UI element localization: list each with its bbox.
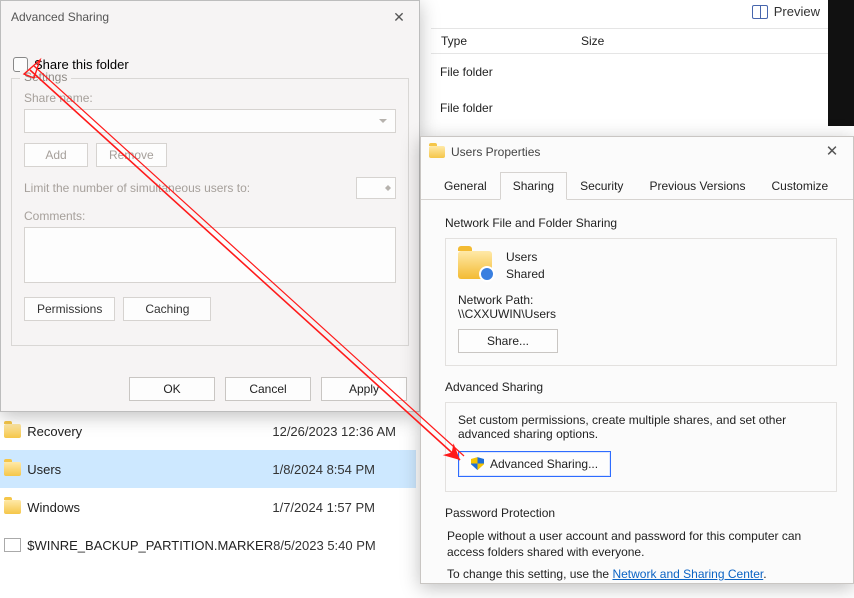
file-list: Recovery12/26/2023 12:36 AMUsers1/8/2024… bbox=[0, 412, 416, 564]
close-button[interactable]: ✕ bbox=[385, 5, 413, 29]
file-row[interactable]: Users1/8/2024 8:54 PM bbox=[0, 450, 416, 488]
advanced-sharing-dialog: Advanced Sharing ✕ Share this folder Set… bbox=[0, 0, 420, 412]
network-path-label: Network Path: bbox=[458, 293, 824, 307]
share-name-label: Share name: bbox=[24, 91, 396, 105]
col-size[interactable]: Size bbox=[571, 34, 614, 48]
file-row[interactable]: Windows1/7/2024 1:57 PM bbox=[0, 488, 416, 526]
password-protection-title: Password Protection bbox=[445, 506, 837, 520]
tab-security[interactable]: Security bbox=[567, 172, 636, 200]
password-change-line: To change this setting, use the Network … bbox=[447, 566, 835, 582]
file-name: $WINRE_BACKUP_PARTITION.MARKER bbox=[27, 538, 273, 553]
file-name: Recovery bbox=[27, 424, 272, 439]
file-date: 12/26/2023 12:36 AM bbox=[272, 424, 416, 439]
file-date: 1/7/2024 1:57 PM bbox=[272, 500, 416, 515]
folder-icon bbox=[4, 500, 21, 514]
password-protection-box: People without a user account and passwo… bbox=[445, 528, 837, 583]
comments-label: Comments: bbox=[24, 209, 396, 223]
network-sharing-box: Users Shared Network Path: \\CXXUWIN\Use… bbox=[445, 238, 837, 366]
users-properties-dialog: Users Properties ✕ General Sharing Secur… bbox=[420, 136, 854, 584]
network-path-value: \\CXXUWIN\Users bbox=[458, 307, 824, 321]
shared-folder-info: Users Shared bbox=[506, 249, 545, 283]
comments-textarea[interactable] bbox=[24, 227, 396, 283]
folder-icon bbox=[4, 462, 21, 476]
side-strip bbox=[828, 0, 854, 126]
file-name: Windows bbox=[27, 500, 272, 515]
tab-customize[interactable]: Customize bbox=[758, 172, 841, 200]
column-headers: Type Size bbox=[431, 28, 854, 54]
cancel-button[interactable]: Cancel bbox=[225, 377, 311, 401]
remove-button[interactable]: Remove bbox=[96, 143, 167, 167]
folder-icon bbox=[429, 146, 445, 158]
file-row[interactable]: Recovery12/26/2023 12:36 AM bbox=[0, 412, 416, 450]
password-protection-desc: People without a user account and passwo… bbox=[447, 528, 835, 560]
shared-folder-icon bbox=[458, 251, 492, 279]
shared-folder-state: Shared bbox=[506, 266, 545, 283]
advanced-sharing-box: Set custom permissions, create multiple … bbox=[445, 402, 837, 492]
tab-general[interactable]: General bbox=[431, 172, 500, 200]
advanced-sharing-desc: Set custom permissions, create multiple … bbox=[458, 413, 824, 441]
caching-button[interactable]: Caching bbox=[123, 297, 211, 321]
network-sharing-title: Network File and Folder Sharing bbox=[445, 216, 837, 230]
settings-legend: Settings bbox=[20, 70, 71, 84]
apply-button[interactable]: Apply bbox=[321, 377, 407, 401]
dialog-actions: OK Cancel Apply bbox=[129, 377, 407, 401]
properties-close-button[interactable]: ✕ bbox=[815, 139, 849, 163]
tab-sharing[interactable]: Sharing bbox=[500, 172, 567, 200]
advanced-sharing-button-label: Advanced Sharing... bbox=[490, 457, 598, 471]
properties-title-bar: Users Properties bbox=[421, 137, 853, 167]
file-date: 1/8/2024 8:54 PM bbox=[272, 462, 416, 477]
file-date: 8/5/2023 5:40 PM bbox=[273, 538, 416, 553]
settings-group: Settings Share name: Add Remove Limit th… bbox=[11, 78, 409, 346]
preview-button[interactable]: Preview bbox=[752, 4, 820, 19]
dialog-title: Advanced Sharing bbox=[1, 1, 419, 33]
advanced-sharing-button[interactable]: Advanced Sharing... bbox=[458, 451, 611, 477]
limit-spinner[interactable] bbox=[356, 177, 396, 199]
properties-title: Users Properties bbox=[451, 145, 540, 159]
limit-label: Limit the number of simultaneous users t… bbox=[24, 181, 250, 195]
folder-icon bbox=[4, 424, 21, 438]
file-row[interactable]: $WINRE_BACKUP_PARTITION.MARKER8/5/2023 5… bbox=[0, 526, 416, 564]
preview-label: Preview bbox=[774, 4, 820, 19]
shared-folder-name: Users bbox=[506, 249, 545, 266]
tab-previous-versions[interactable]: Previous Versions bbox=[636, 172, 758, 200]
shield-icon bbox=[471, 457, 484, 470]
share-button[interactable]: Share... bbox=[458, 329, 558, 353]
advanced-sharing-title: Advanced Sharing bbox=[445, 380, 837, 394]
ok-button[interactable]: OK bbox=[129, 377, 215, 401]
file-icon bbox=[4, 538, 21, 552]
tab-strip: General Sharing Security Previous Versio… bbox=[421, 171, 853, 200]
network-sharing-center-link[interactable]: Network and Sharing Center bbox=[612, 567, 763, 581]
file-name: Users bbox=[27, 462, 272, 477]
share-name-select[interactable] bbox=[24, 109, 396, 133]
preview-icon bbox=[752, 5, 768, 19]
add-button[interactable]: Add bbox=[24, 143, 88, 167]
sharing-tab-body: Network File and Folder Sharing Users Sh… bbox=[421, 200, 853, 598]
permissions-button[interactable]: Permissions bbox=[24, 297, 115, 321]
col-type[interactable]: Type bbox=[431, 34, 571, 48]
